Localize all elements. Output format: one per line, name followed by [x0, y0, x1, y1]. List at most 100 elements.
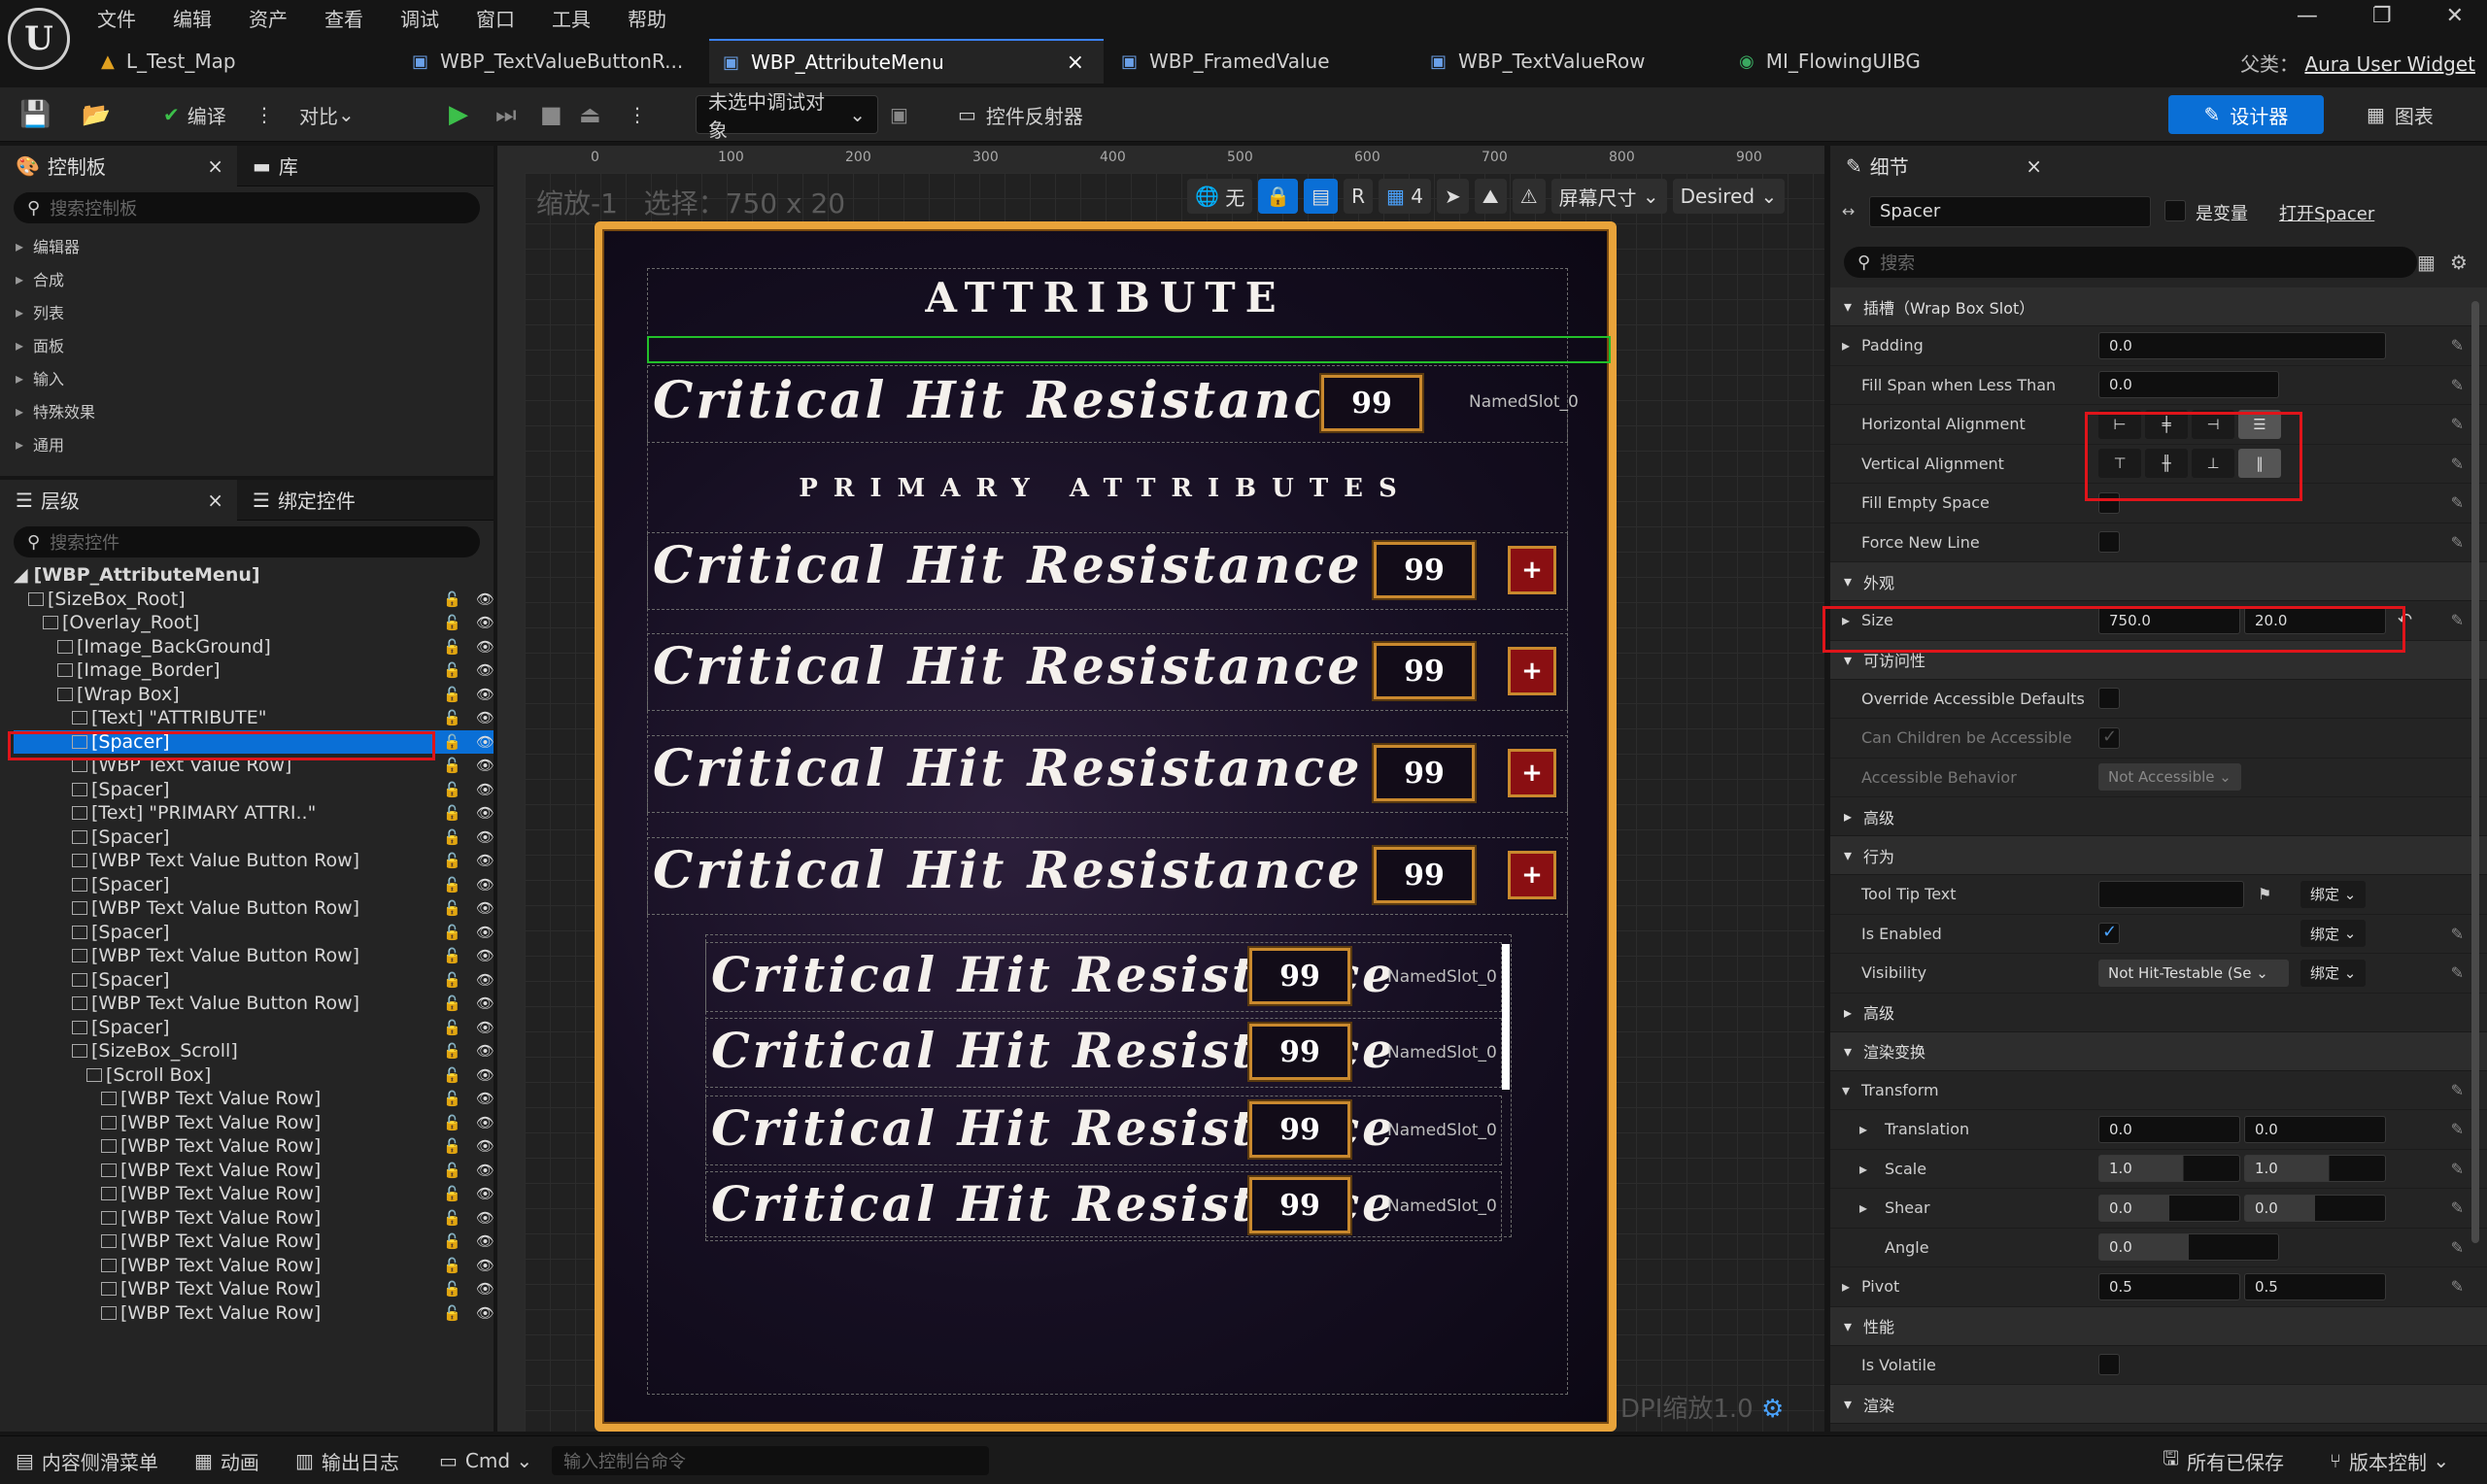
console-command-input[interactable]: 输入控制台命令	[552, 1446, 989, 1475]
menu-help[interactable]: 帮助	[628, 4, 666, 32]
chevron-right-icon[interactable]: ▸	[1842, 1277, 1850, 1296]
localization-button[interactable]: 🌐 无	[1187, 179, 1253, 214]
align-fill-icon[interactable]: ☰	[2238, 409, 2281, 439]
bind-icon[interactable]: ✎	[2451, 336, 2464, 354]
tree-item[interactable]: [Text] "ATTRIBUTE" 🔓 👁	[14, 706, 494, 730]
visibility-eye-icon[interactable]: 👁	[476, 1232, 494, 1250]
align-middle-icon[interactable]: ╫	[2145, 449, 2188, 479]
tree-root[interactable]: ◢ [WBP_AttributeMenu]	[14, 563, 494, 588]
visibility-eye-icon[interactable]: 👁	[476, 1162, 494, 1179]
menu-file[interactable]: 文件	[97, 4, 136, 32]
table-view-icon[interactable]: ▦	[2417, 251, 2436, 274]
chevron-right-icon[interactable]: ▸	[1859, 1198, 1867, 1217]
align-vfill-icon[interactable]: ‖	[2238, 449, 2281, 479]
menu-asset[interactable]: 资产	[249, 4, 288, 32]
visibility-eye-icon[interactable]: 👁	[476, 1066, 494, 1084]
tree-item[interactable]: [WBP Text Value Button Row] 🔓 👁	[14, 944, 494, 968]
grid-snap-button[interactable]: ▦ 4	[1378, 179, 1431, 214]
designer-mode-button[interactable]: ✎ 设计器	[2168, 95, 2324, 134]
menu-view[interactable]: 查看	[324, 4, 363, 32]
tree-item[interactable]: [WBP Text Value Row] 🔓 👁	[14, 1230, 494, 1254]
maximize-icon[interactable]: ❐	[2372, 4, 2392, 28]
visibility-eye-icon[interactable]: 👁	[476, 686, 494, 703]
bind-icon[interactable]: ✎	[2451, 493, 2464, 512]
visibility-eye-icon[interactable]: 👁	[476, 995, 494, 1012]
lock-toggle-icon[interactable]: 🔓	[443, 1114, 461, 1131]
add-point-button[interactable]: +	[1508, 749, 1556, 797]
tree-item[interactable]: [Spacer] 🔓 👁	[14, 1016, 494, 1040]
tree-item[interactable]: [WBP Text Value Button Row] 🔓 👁	[14, 992, 494, 1016]
tree-item[interactable]: [WBP Text Value Button Row] 🔓 👁	[14, 849, 494, 873]
visibility-eye-icon[interactable]: 👁	[476, 899, 494, 917]
visibility-eye-icon[interactable]: 👁	[476, 1304, 494, 1322]
cursor-icon[interactable]: ➤	[1436, 179, 1469, 214]
size-y-input[interactable]: 20.0	[2244, 606, 2386, 634]
visibility-eye-icon[interactable]: 👁	[476, 733, 494, 751]
image-icon[interactable]: ⛰	[1474, 179, 1507, 214]
palette-category[interactable]: ▸ 合成	[0, 262, 494, 295]
lock-toggle-icon[interactable]: 🔓	[443, 733, 461, 751]
lock-toggle-icon[interactable]: 🔓	[443, 590, 461, 608]
visibility-eye-icon[interactable]: 👁	[476, 947, 494, 964]
palette-category[interactable]: ▸ 特殊效果	[0, 394, 494, 427]
tree-item[interactable]: [Spacer] 🔓 👁	[14, 968, 494, 993]
shear-y-input[interactable]: 0.0	[2244, 1194, 2386, 1222]
bind-icon[interactable]: ✎	[2451, 1160, 2464, 1178]
lock-toggle-icon[interactable]: 🔓	[443, 661, 461, 679]
section-slot[interactable]: ▾ 插槽（Wrap Box Slot）	[1830, 287, 2487, 326]
palette-category[interactable]: ▸ 编辑器	[0, 229, 494, 262]
debug-browse-icon[interactable]: ▣	[890, 95, 908, 134]
tab-hierarchy[interactable]: ☰ 层级 ×	[0, 479, 237, 521]
section-render-transform[interactable]: ▾ 渲染变换	[1830, 1031, 2487, 1071]
section-performance[interactable]: ▾ 性能	[1830, 1306, 2487, 1346]
lock-toggle-icon[interactable]: 🔓	[443, 1232, 461, 1250]
scroll-bar[interactable]	[1502, 944, 1510, 1090]
visibility-eye-icon[interactable]: 👁	[476, 1185, 494, 1202]
bind-icon[interactable]: ✎	[2451, 455, 2464, 473]
tree-item[interactable]: [Spacer] 🔓 👁	[14, 729, 494, 754]
tab-palette[interactable]: 🎨 控制板 ×	[0, 145, 237, 186]
palette-category[interactable]: ▸ 通用	[0, 427, 494, 460]
visibility-eye-icon[interactable]: 👁	[476, 709, 494, 726]
lock-toggle-icon[interactable]: 🔓	[443, 1162, 461, 1179]
lock-toggle-icon[interactable]: 🔓	[443, 1185, 461, 1202]
compile-button[interactable]: ✔ 编译	[163, 95, 226, 134]
warning-icon[interactable]: ⚠	[1512, 179, 1546, 214]
tree-item[interactable]: [WBP Text Value Row] 🔓 👁	[14, 1277, 494, 1301]
is-volatile-checkbox[interactable]	[2098, 1354, 2120, 1376]
lock-toggle-icon[interactable]: 🔓	[443, 1090, 461, 1107]
bind-icon[interactable]: ✎	[2451, 1081, 2464, 1099]
translation-y-input[interactable]: 0.0	[2244, 1115, 2386, 1143]
cmd-dropdown[interactable]: ▭ Cmd ⌄	[439, 1446, 532, 1475]
add-point-button[interactable]: +	[1508, 546, 1556, 594]
lock-toggle-icon[interactable]: 🔓	[443, 1209, 461, 1227]
bind-icon[interactable]: ✎	[2451, 963, 2464, 982]
pivot-y-input[interactable]: 0.5	[2244, 1272, 2386, 1300]
section-accessibility[interactable]: ▾ 可访问性	[1830, 640, 2487, 680]
fill-empty-checkbox[interactable]	[2098, 491, 2120, 514]
tab-bind-widgets[interactable]: ☰ 绑定控件	[237, 480, 371, 521]
lock-toggle-icon[interactable]: 🔓	[443, 995, 461, 1012]
tree-item[interactable]: [Overlay_Root] 🔓 👁	[14, 611, 494, 635]
fill-span-input[interactable]: 0.0	[2098, 371, 2279, 399]
is-enabled-bind-dropdown[interactable]: 绑定 ⌄	[2300, 920, 2367, 948]
visibility-eye-icon[interactable]: 👁	[476, 1019, 494, 1036]
lock-toggle-icon[interactable]: 🔓	[443, 638, 461, 656]
section-behavior[interactable]: ▾ 行为	[1830, 836, 2487, 875]
pivot-x-input[interactable]: 0.5	[2098, 1272, 2240, 1300]
close-window-icon[interactable]: ✕	[2446, 4, 2464, 28]
shear-x-input[interactable]: 0.0	[2098, 1194, 2240, 1222]
lock-toggle-icon[interactable]: 🔓	[443, 1137, 461, 1155]
chevron-right-icon[interactable]: ▸	[1859, 1160, 1867, 1178]
r-toggle-button[interactable]: R	[1344, 179, 1373, 214]
bind-icon[interactable]: ✎	[2451, 1198, 2464, 1217]
visibility-eye-icon[interactable]: 👁	[476, 1257, 494, 1274]
menu-window[interactable]: 窗口	[476, 4, 515, 32]
palette-category[interactable]: ▸ 列表	[0, 295, 494, 328]
tab-library[interactable]: ▬ 库	[237, 146, 314, 186]
translation-x-input[interactable]: 0.0	[2098, 1115, 2240, 1143]
all-saved-button[interactable]: 🖫 所有已保存	[2163, 1446, 2284, 1475]
tree-item[interactable]: [WBP Text Value Row] 🔓 👁	[14, 1301, 494, 1326]
output-log-button[interactable]: ▥ 输出日志	[295, 1446, 399, 1475]
tree-item[interactable]: [Scroll Box] 🔓 👁	[14, 1063, 494, 1088]
